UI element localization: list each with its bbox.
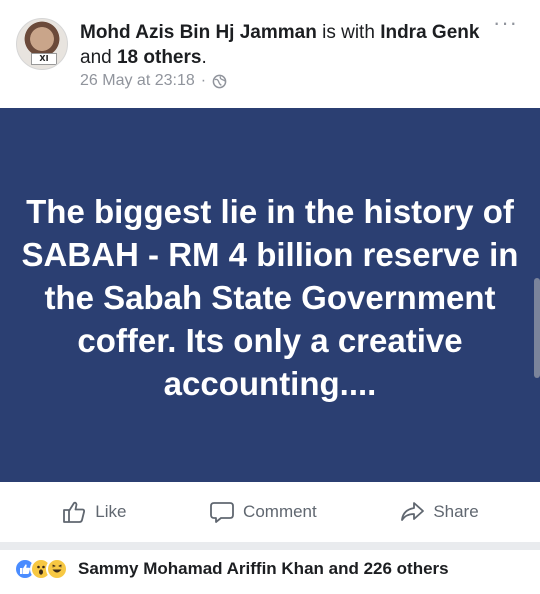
globe-icon: [212, 74, 227, 88]
meta-separator: ·: [200, 72, 207, 89]
haha-icon: [46, 558, 68, 580]
author-line: Mohd Azis Bin Hj Jamman is with Indra Ge…: [80, 20, 480, 70]
reactions-summary[interactable]: Sammy Mohamad Ariffin Khan and 226 other…: [14, 556, 449, 582]
share-label: Share: [433, 502, 479, 521]
avatar-badge: XI: [31, 53, 57, 65]
tagged-name[interactable]: Indra Genk: [380, 22, 479, 43]
comment-bubble-icon: [210, 502, 234, 523]
with-text: is with: [316, 22, 381, 43]
period-text: .: [201, 47, 207, 68]
author-avatar[interactable]: XI: [16, 18, 68, 70]
share-button[interactable]: Share: [389, 493, 488, 531]
section-divider: [0, 542, 540, 550]
comment-button[interactable]: Comment: [199, 493, 327, 531]
reaction-icons: [14, 558, 68, 580]
others-link[interactable]: 18 others: [117, 47, 201, 68]
more-options-icon[interactable]: ···: [493, 12, 518, 34]
post-meta: 26 May at 23:18 ·: [80, 72, 227, 90]
post-card: The biggest lie in the history of SABAH …: [0, 108, 540, 482]
reactions-summary-text: Sammy Mohamad Ariffin Khan and 226 other…: [78, 559, 449, 578]
scrollbar[interactable]: [534, 278, 540, 378]
and-text: and: [80, 47, 117, 68]
post-body-text: The biggest lie in the history of SABAH …: [21, 193, 519, 402]
thumbs-up-icon: [63, 501, 86, 523]
post-header: XI Mohd Azis Bin Hj Jamman is with Indra…: [0, 0, 540, 108]
comment-label: Comment: [243, 502, 317, 521]
action-bar: Like Comment Share: [0, 482, 540, 542]
post-timestamp[interactable]: 26 May at 23:18: [80, 72, 195, 90]
author-name[interactable]: Mohd Azis Bin Hj Jamman: [80, 22, 317, 43]
like-label: Like: [95, 502, 127, 521]
like-button[interactable]: Like: [51, 493, 136, 531]
share-arrow-icon: [401, 502, 425, 521]
